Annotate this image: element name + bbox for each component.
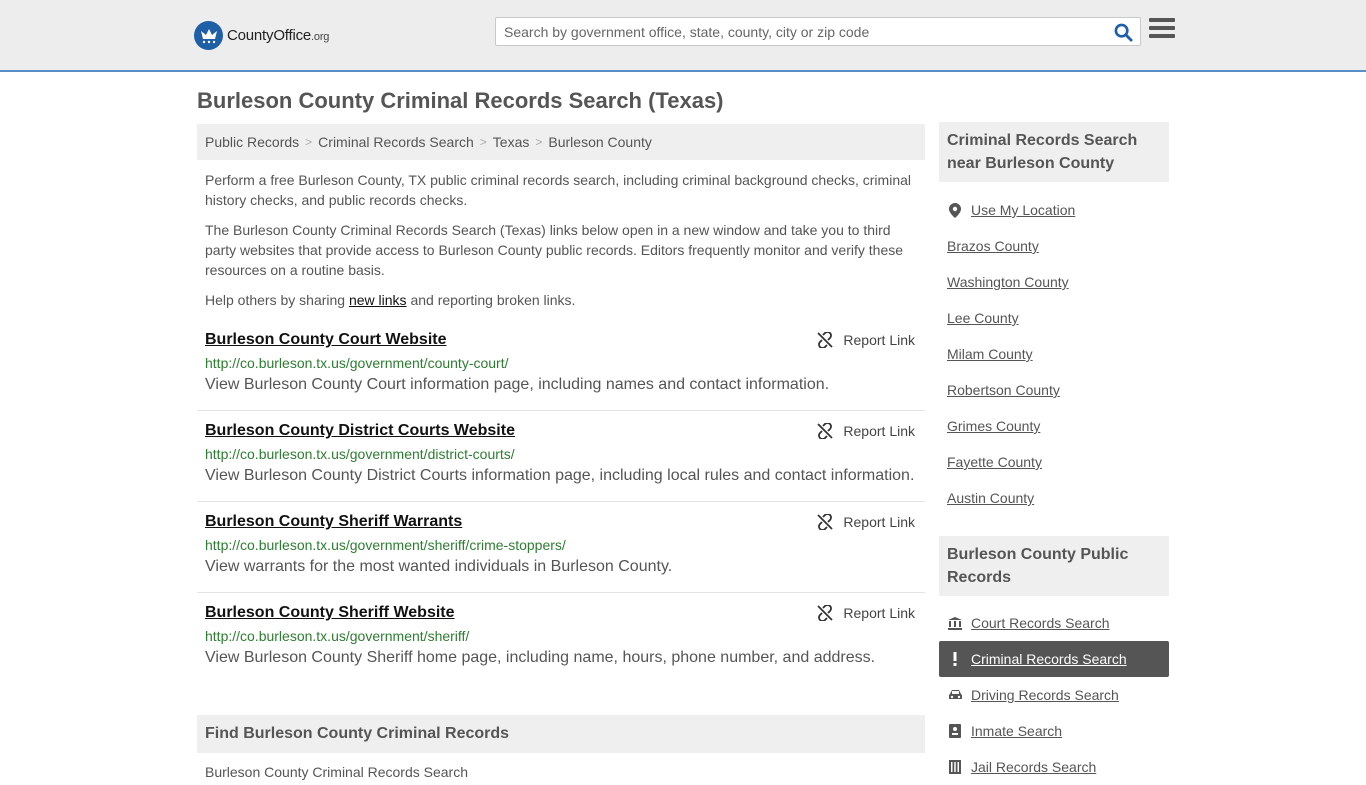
sidebar-item-jail-records[interactable]: Jail Records Search [939,749,1169,785]
resource-url[interactable]: http://co.burleson.tx.us/government/sher… [205,537,917,553]
broken-link-icon [817,423,834,439]
find-records-text: Burleson County Criminal Records Search [205,764,468,780]
sidebar-item-criminal-records[interactable]: Criminal Records Search [939,641,1169,677]
jail-icon [947,760,963,774]
report-link-button[interactable]: Report Link [817,332,915,348]
resource-title-link[interactable]: Burleson County Sheriff Warrants [205,513,462,531]
list-item: Burleson County Sheriff Website Report L… [197,593,925,684]
driving-records-link[interactable]: Driving Records Search [971,687,1119,703]
logo-text: CountyOffice.org [227,26,330,44]
site-header: CountyOffice.org [0,0,1366,72]
resource-description: View Burleson County District Courts inf… [205,467,915,484]
site-logo[interactable]: CountyOffice.org [194,20,329,50]
page-title: Burleson County Criminal Records Search … [197,88,724,113]
courthouse-icon [947,616,963,630]
county-link[interactable]: Brazos County [947,238,1039,254]
resource-description: View warrants for the most wanted indivi… [205,558,673,575]
county-link[interactable]: Fayette County [947,454,1042,470]
jail-records-link[interactable]: Jail Records Search [971,759,1096,775]
breadcrumb: Public Records > Criminal Records Search… [197,124,925,160]
court-records-link[interactable]: Court Records Search [971,615,1110,631]
broken-link-icon [817,514,834,530]
sidebar-item-driving-records[interactable]: Driving Records Search [939,677,1169,713]
report-link-button[interactable]: Report Link [817,514,915,530]
report-link-button[interactable]: Report Link [817,605,915,621]
public-records-heading: Burleson County Public Records [939,536,1169,596]
search-box [495,17,1141,46]
resource-url[interactable]: http://co.burleson.tx.us/government/sher… [205,628,917,644]
list-item: Burleson County Sheriff Warrants Report … [197,502,925,593]
county-link[interactable]: Lee County [947,310,1019,326]
find-records-heading: Find Burleson County Criminal Records [197,715,925,753]
use-location-item[interactable]: Use My Location [939,192,1169,228]
sidebar-item-court-records[interactable]: Court Records Search [939,605,1169,641]
map-pin-icon [947,202,963,218]
car-icon [947,689,963,701]
breadcrumb-separator-icon: > [479,135,487,149]
hamburger-menu-icon[interactable] [1149,18,1175,42]
use-location-link[interactable]: Use My Location [971,202,1075,218]
sidebar-item-county[interactable]: Grimes County [939,408,1169,444]
resource-title-link[interactable]: Burleson County District Courts Website [205,422,515,440]
breadcrumb-separator-icon: > [535,135,543,149]
resource-title-link[interactable]: Burleson County Sheriff Website [205,604,455,622]
county-link[interactable]: Grimes County [947,418,1040,434]
resource-title-link[interactable]: Burleson County Court Website [205,331,447,349]
resource-links-list: Burleson County Court Website Report Lin… [197,320,925,684]
breadcrumb-public-records[interactable]: Public Records [205,134,299,150]
public-records-list: Court Records Search Criminal Records Se… [939,605,1169,785]
nearby-counties-list: Use My Location Brazos County Washington… [939,192,1169,516]
county-link[interactable]: Austin County [947,490,1034,506]
criminal-records-link[interactable]: Criminal Records Search [971,651,1127,667]
search-button[interactable] [1112,22,1134,42]
sidebar-item-inmate-search[interactable]: Inmate Search [939,713,1169,749]
broken-link-icon [817,605,834,621]
breadcrumb-current: Burleson County [548,134,652,150]
report-link-button[interactable]: Report Link [817,423,915,439]
sidebar-item-county[interactable]: Washington County [939,264,1169,300]
search-input[interactable] [496,18,1106,45]
exclamation-icon [947,652,963,666]
sidebar-item-county[interactable]: Milam County [939,336,1169,372]
share-paragraph: Help others by sharing new links and rep… [205,292,576,308]
breadcrumb-texas[interactable]: Texas [493,134,530,150]
sidebar-item-county[interactable]: Fayette County [939,444,1169,480]
county-link[interactable]: Milam County [947,346,1033,362]
list-item: Burleson County Court Website Report Lin… [197,320,925,411]
search-icon [1114,23,1133,42]
resource-url[interactable]: http://co.burleson.tx.us/government/dist… [205,446,917,462]
sidebar-item-county[interactable]: Austin County [939,480,1169,516]
intro-text: Perform a free Burleson County, TX publi… [205,170,917,320]
sidebar-item-county[interactable]: Lee County [939,300,1169,336]
logo-emblem-icon [194,20,223,50]
county-link[interactable]: Washington County [947,274,1069,290]
intro-paragraph: The Burleson County Criminal Records Sea… [205,222,904,278]
inmate-search-link[interactable]: Inmate Search [971,723,1062,739]
resource-url[interactable]: http://co.burleson.tx.us/government/coun… [205,355,917,371]
breadcrumb-criminal-records[interactable]: Criminal Records Search [318,134,474,150]
breadcrumb-separator-icon: > [305,135,313,149]
new-links-link[interactable]: new links [349,292,407,308]
sidebar-item-county[interactable]: Robertson County [939,372,1169,408]
resource-description: View Burleson County Sheriff home page, … [205,649,876,666]
county-link[interactable]: Robertson County [947,382,1060,398]
broken-link-icon [817,332,834,348]
nearby-heading: Criminal Records Search near Burleson Co… [939,122,1169,182]
id-badge-icon [947,724,963,738]
resource-description: View Burleson County Court information p… [205,376,830,393]
intro-paragraph: Perform a free Burleson County, TX publi… [205,172,911,208]
list-item: Burleson County District Courts Website … [197,411,925,502]
sidebar-item-county[interactable]: Brazos County [939,228,1169,264]
